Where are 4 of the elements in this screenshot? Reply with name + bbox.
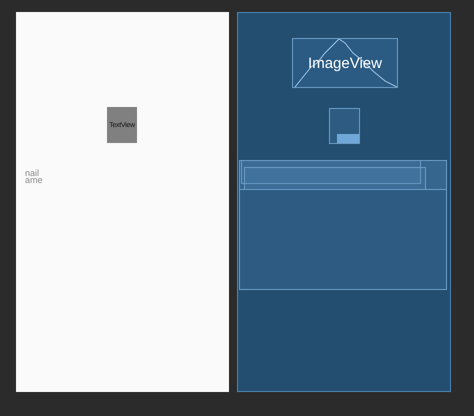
text-label: nail bbox=[25, 169, 40, 177]
image-view-label: ImageView bbox=[308, 54, 382, 72]
text-label: ame bbox=[25, 176, 43, 184]
image-view[interactable]: ImageView bbox=[292, 38, 398, 88]
